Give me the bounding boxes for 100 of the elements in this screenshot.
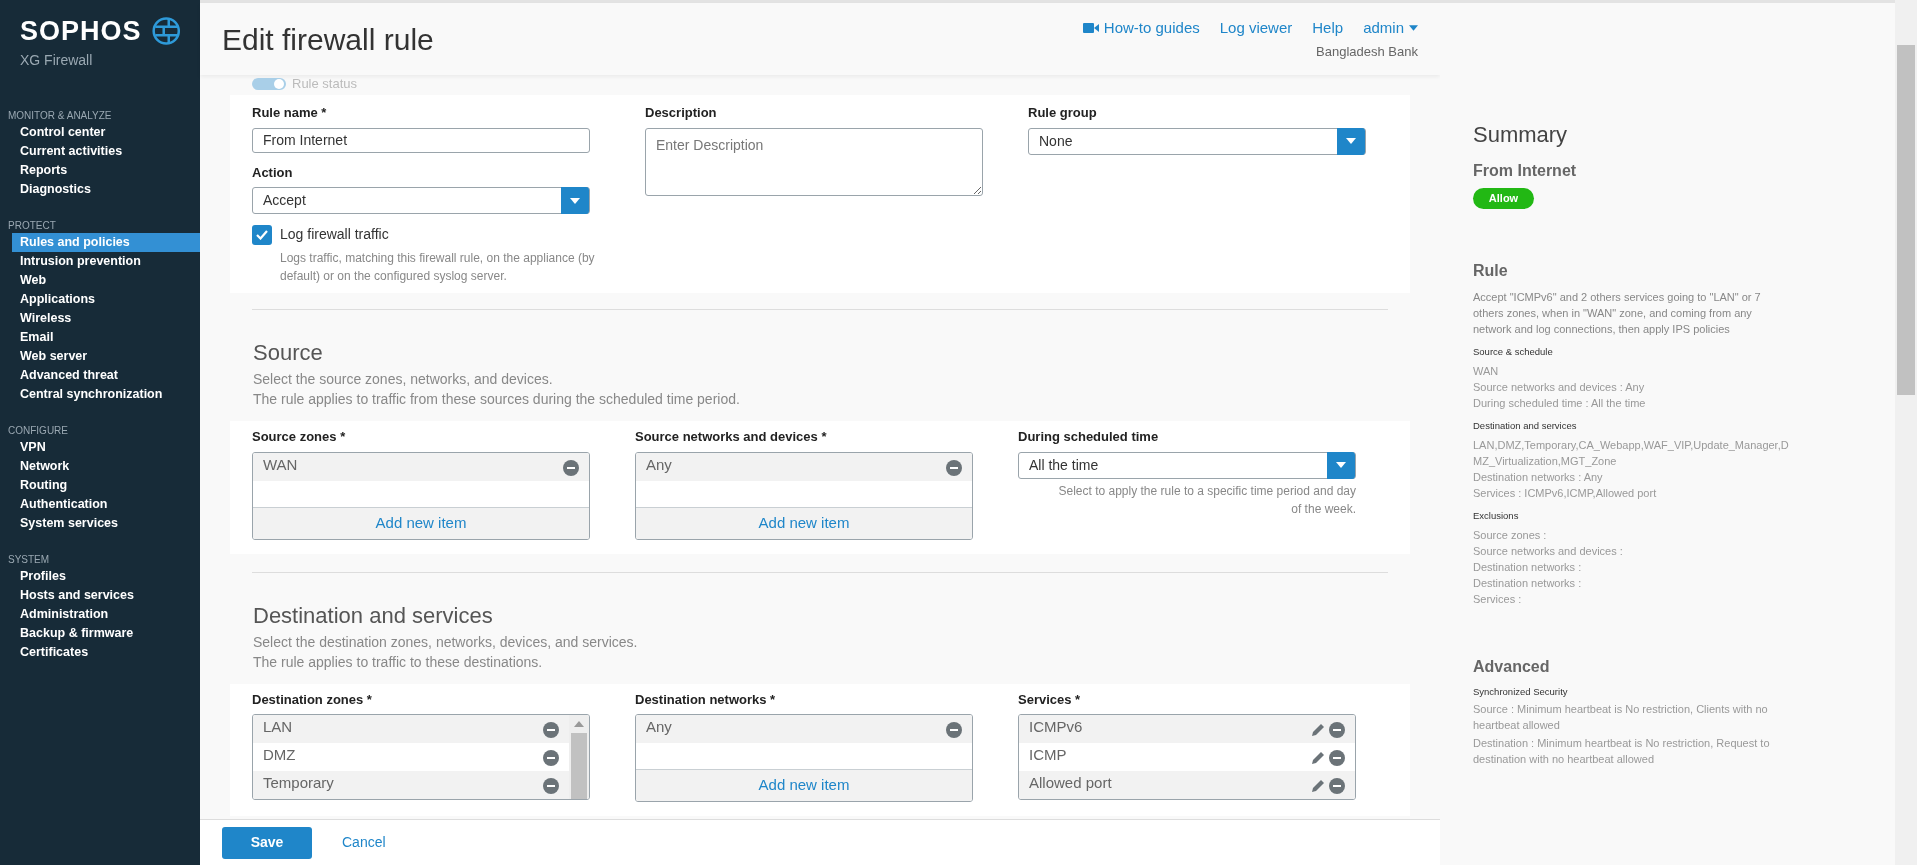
rule-status-toggle[interactable] xyxy=(252,78,286,90)
nav-item[interactable]: Backup & firmware xyxy=(12,624,200,643)
remove-icon[interactable] xyxy=(1329,722,1345,738)
list-item[interactable]: Any xyxy=(636,452,972,481)
pencil-icon[interactable] xyxy=(1310,778,1326,794)
add-item-button[interactable]: Add new item xyxy=(636,769,972,801)
nav-item[interactable]: Current activities xyxy=(12,142,200,161)
pencil-icon[interactable] xyxy=(1310,722,1326,738)
nav-item[interactable]: VPN xyxy=(12,438,200,457)
summary-rule-name: From Internet xyxy=(1473,161,1578,181)
summary-line: Destination networks : xyxy=(1473,575,1583,591)
scrollbar[interactable] xyxy=(569,715,589,799)
field-label: Services * xyxy=(1018,690,1082,709)
product-name: XG Firewall xyxy=(20,51,94,70)
nav-item[interactable]: Hosts and services xyxy=(12,586,200,605)
summary-subheading: Exclusions xyxy=(1473,508,1520,523)
nav-item[interactable]: Profiles xyxy=(12,567,200,586)
log-hint: Logs traffic, matching this firewall rule, on the appliance (by default) or on the configured syslog server. xyxy=(280,250,596,285)
list-item[interactable]: LAN xyxy=(253,715,569,743)
nav-item[interactable]: Diagnostics xyxy=(12,180,200,199)
add-item-button[interactable]: Add new item xyxy=(253,506,589,539)
nav-item[interactable]: Intrusion prevention xyxy=(12,252,200,271)
organization-name: Bangladesh Bank xyxy=(1316,42,1418,61)
field-label: Action xyxy=(252,163,294,182)
nav-heading: PROTECT xyxy=(7,219,57,233)
log-checkbox-label: Log firewall traffic xyxy=(280,225,389,244)
remove-icon[interactable] xyxy=(543,778,559,794)
field-label: Description xyxy=(645,104,718,122)
schedule-hint: Select to apply the rule to a specific time period and day of the week. xyxy=(1057,482,1356,518)
list-item[interactable]: ICMPv6 xyxy=(1019,715,1355,743)
cancel-button[interactable]: Cancel xyxy=(342,832,386,853)
nav-item[interactable]: Control center xyxy=(12,123,200,142)
pencil-icon[interactable] xyxy=(1310,750,1326,766)
remove-icon[interactable] xyxy=(946,459,962,476)
remove-icon[interactable] xyxy=(543,722,559,738)
section-description: The rule applies to traffic to these destinations. xyxy=(253,652,544,672)
add-item-button[interactable]: Add new item xyxy=(636,506,972,539)
nav-item[interactable]: Central synchronization xyxy=(12,385,200,404)
remove-icon[interactable] xyxy=(543,750,559,766)
summary-line: Services : ICMPv6,ICMP,Allowed port xyxy=(1473,485,1658,501)
list-item[interactable]: WAN xyxy=(253,452,589,481)
remove-icon[interactable] xyxy=(1329,778,1345,794)
scroll-up-icon[interactable] xyxy=(574,721,584,727)
schedule-select[interactable]: All the time xyxy=(1018,451,1356,479)
rule-group-select[interactable]: None xyxy=(1028,127,1366,155)
summary-line: WAN xyxy=(1473,363,1500,379)
list-item[interactable]: Allowed port xyxy=(1019,771,1355,799)
caret-down-icon xyxy=(1409,25,1418,32)
section-description: Select the source zones, networks, and devices. xyxy=(253,370,554,389)
remove-icon[interactable] xyxy=(1329,750,1345,766)
field-label: Destination networks * xyxy=(635,690,777,709)
summary-line: LAN,DMZ,Temporary,CA_Webapp,WAF_VIP,Update_Manager,DMZ_Virtualization,MGT_Zone xyxy=(1473,437,1790,469)
caret-down-icon xyxy=(1346,138,1356,144)
nav-item[interactable]: Network xyxy=(12,457,200,476)
globe-logo-icon xyxy=(151,14,180,48)
brand-logo: SOPHOS xyxy=(20,17,142,45)
list-item[interactable]: Temporary xyxy=(253,771,569,799)
summary-heading: Advanced xyxy=(1473,656,1551,677)
summary-heading: Rule xyxy=(1473,260,1509,281)
nav-item[interactable]: Routing xyxy=(12,476,200,495)
action-select[interactable]: Accept xyxy=(252,187,590,214)
summary-text: Accept "ICMPv6" and 2 others services going to "LAN" or 7 others zones, when in "WAN" zone, and coming from any network and log connections, then apply IPS policies xyxy=(1473,289,1762,337)
nav-item[interactable]: Web xyxy=(12,271,200,290)
remove-icon[interactable] xyxy=(563,459,579,476)
checkmark-icon xyxy=(256,229,268,240)
field-label: Rule name * xyxy=(252,104,328,122)
nav-item[interactable]: Administration xyxy=(12,605,200,624)
description-field[interactable]: Enter Description xyxy=(645,127,983,196)
nav-item[interactable]: Applications xyxy=(12,290,200,309)
nav-item[interactable]: Reports xyxy=(12,161,200,180)
user-menu[interactable]: admin xyxy=(1363,17,1418,40)
rule-name-field[interactable]: From Internet xyxy=(252,127,590,153)
section-description: The rule applies to traffic from these sources during the scheduled time period. xyxy=(253,390,741,409)
summary-subheading: Source & schedule xyxy=(1473,344,1554,359)
rule-status-label: Rule status xyxy=(292,75,358,94)
save-button[interactable]: Save xyxy=(222,826,312,859)
section-title: Source xyxy=(253,339,324,367)
header-link[interactable]: Help xyxy=(1312,17,1344,40)
nav-heading: SYSTEM xyxy=(7,553,51,567)
nav-item[interactable]: Email xyxy=(12,328,200,347)
list-item[interactable]: Any xyxy=(636,715,972,743)
header-link[interactable]: Log viewer xyxy=(1219,17,1293,40)
section-title: Destination and services xyxy=(253,601,494,630)
summary-subheading: Synchronized Security xyxy=(1473,684,1569,699)
nav-item[interactable]: Wireless xyxy=(12,309,200,328)
summary-subheading: Destination and services xyxy=(1473,418,1578,433)
remove-icon[interactable] xyxy=(946,722,962,738)
page-scrollbar[interactable] xyxy=(1895,0,1917,865)
field-label: Source networks and devices * xyxy=(635,428,828,446)
nav-item[interactable]: Advanced threat xyxy=(12,366,200,385)
nav-heading: CONFIGURE xyxy=(7,424,69,438)
header-link[interactable]: How-to guides xyxy=(1082,17,1200,40)
nav-item[interactable]: System services xyxy=(12,514,200,533)
summary-line: Destination : Minimum heartbeat is No restriction, Request to destination with no heartbeat allowed xyxy=(1473,735,1771,767)
nav-item[interactable]: Authentication xyxy=(12,495,200,514)
nav-item[interactable]: Certificates xyxy=(12,643,200,662)
section-description: Select the destination zones, networks, devices, and services. xyxy=(253,632,639,652)
nav-item[interactable]: Web server xyxy=(12,347,200,366)
log-checkbox[interactable] xyxy=(252,224,272,245)
summary-line: Services : xyxy=(1473,591,1523,607)
